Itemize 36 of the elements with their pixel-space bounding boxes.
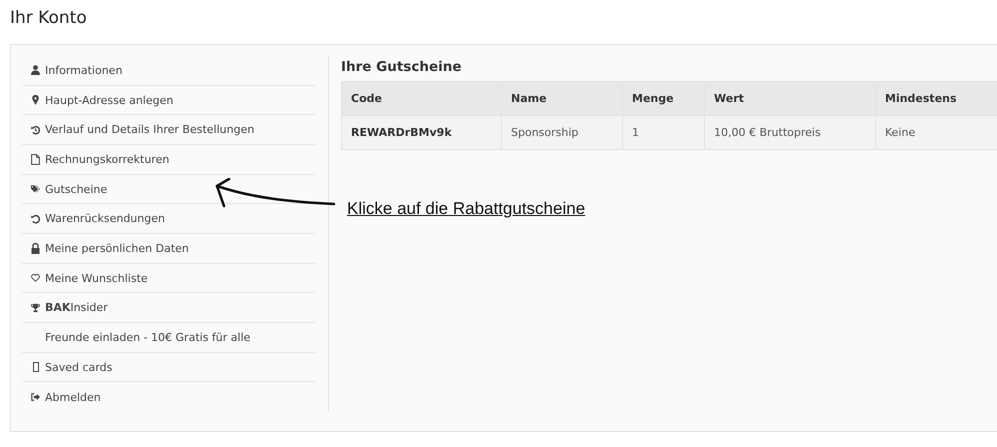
- table-cell: REWARDrBMv9k: [342, 116, 502, 150]
- history-icon: [31, 124, 40, 135]
- heart-icon: [31, 273, 40, 284]
- sidebar-item[interactable]: Gutscheine: [22, 174, 316, 204]
- sidebar-item[interactable]: Informationen: [22, 56, 316, 86]
- annotation-text: Klicke auf die Rabattgutscheine: [347, 199, 586, 219]
- sidebar-item[interactable]: Meine Wunschliste: [22, 264, 316, 294]
- tags-icon: [31, 184, 40, 194]
- sidebar-item[interactable]: Saved cards: [22, 352, 316, 382]
- sidebar-item[interactable]: Verlauf und Details Ihrer Bestellungen: [22, 115, 316, 146]
- section-title: Ihre Gutscheine: [341, 59, 462, 75]
- location-pin-icon: [32, 95, 39, 105]
- undo-icon: [31, 214, 40, 224]
- document-icon: [31, 154, 40, 165]
- user-icon: [31, 65, 40, 76]
- logout-icon: [31, 392, 40, 402]
- column-header: Wert: [704, 82, 876, 116]
- lock-icon: [31, 242, 40, 254]
- sidebar-item[interactable]: Warenrücksendungen: [22, 204, 316, 234]
- column-header: Name: [502, 82, 622, 116]
- table-cell: Keine: [876, 116, 997, 150]
- trophy-icon: [31, 302, 40, 313]
- sidebar-item[interactable]: BAKInsider: [22, 293, 316, 324]
- column-header: Code: [342, 82, 502, 116]
- column-header: Menge: [622, 82, 704, 116]
- column-header: Mindestens: [876, 82, 997, 116]
- sidebar-item[interactable]: Abmelden: [22, 382, 316, 412]
- sidebar-item[interactable]: Freunde einladen - 10€ Gratis für alle: [22, 323, 316, 353]
- card-icon: [32, 362, 38, 372]
- table-cell: 1: [622, 116, 704, 150]
- sidebar-item[interactable]: Meine persönlichen Daten: [22, 234, 316, 264]
- table-cell: Sponsorship: [502, 116, 622, 150]
- table-cell: 10,00 € Bruttopreis: [704, 116, 876, 150]
- sidebar-item[interactable]: Rechnungskorrekturen: [22, 145, 316, 175]
- sidebar-item[interactable]: Haupt-Adresse anlegen: [22, 86, 316, 116]
- page-title: Ihr Konto: [9, 7, 88, 30]
